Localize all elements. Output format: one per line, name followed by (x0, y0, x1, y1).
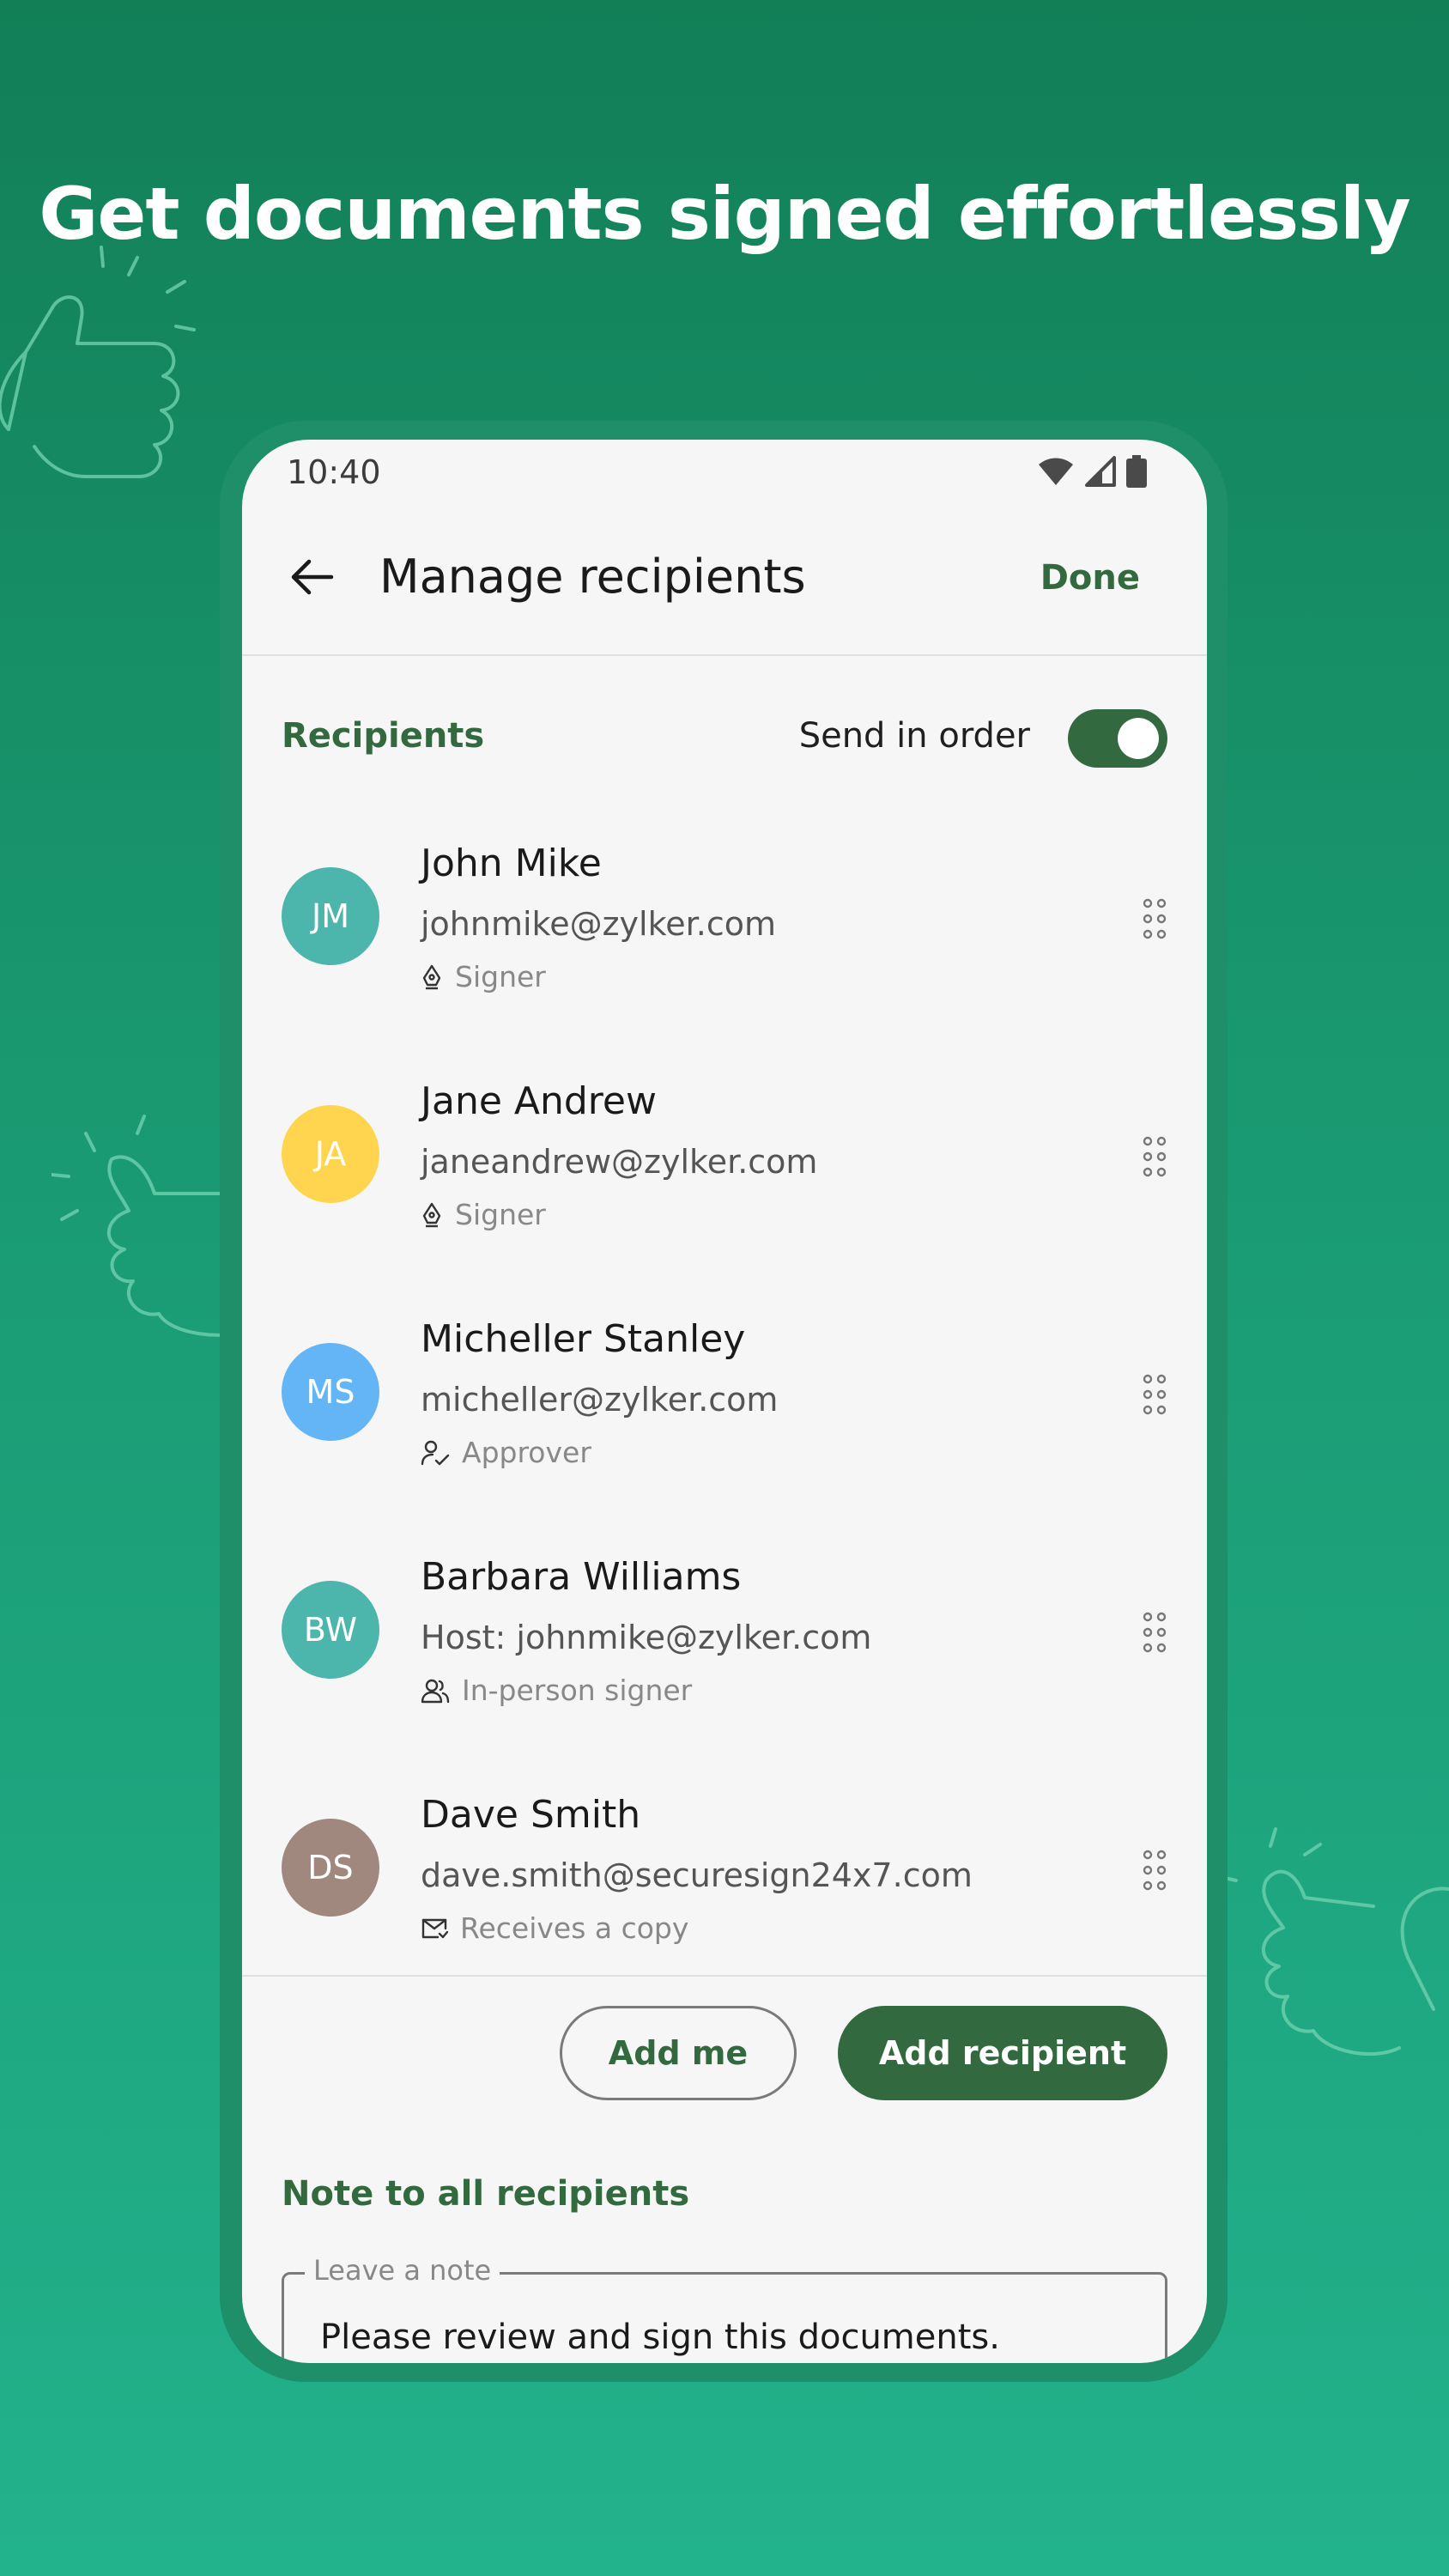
back-arrow-icon[interactable] (287, 551, 338, 603)
role-label: Signer (455, 1198, 546, 1231)
pen-nib-icon (422, 1202, 441, 1227)
recipient-email: johnmike@zylker.com (421, 905, 776, 943)
mail-copy-icon (421, 1918, 448, 1938)
drag-handle-icon[interactable] (1142, 898, 1167, 939)
recipient-row-barbara-williams[interactable]: BW Barbara Williams Host: johnmike@zylke… (242, 1529, 1207, 1767)
recipient-row-john-mike[interactable]: JM John Mike johnmike@zylker.com Signer (242, 816, 1207, 1054)
page-title: Manage recipients (379, 550, 806, 604)
recipients-section-label: Recipients (282, 716, 485, 756)
role-label: In-person signer (462, 1674, 693, 1707)
recipient-role: Signer (421, 1198, 546, 1231)
recipient-email: micheller@zylker.com (421, 1381, 779, 1419)
people-icon (421, 1679, 450, 1703)
drag-handle-icon[interactable] (1142, 1136, 1167, 1177)
recipient-name: Jane Andrew (421, 1079, 657, 1123)
recipient-role: In-person signer (421, 1674, 692, 1707)
done-button[interactable]: Done (1040, 558, 1140, 598)
drag-handle-icon[interactable] (1142, 1850, 1167, 1891)
appbar-divider (242, 654, 1207, 656)
recipient-email: janeandrew@zylker.com (421, 1143, 818, 1181)
role-label: Signer (455, 960, 546, 993)
status-icons (1037, 455, 1147, 488)
recipient-row-dave-smith[interactable]: DS Dave Smith dave.smith@securesign24x7.… (242, 1767, 1207, 2005)
role-label: Approver (462, 1436, 591, 1469)
recipient-name: John Mike (421, 841, 602, 885)
add-me-button[interactable]: Add me (560, 2006, 797, 2100)
avatar: DS (282, 1819, 379, 1917)
status-time: 10:40 (287, 453, 381, 491)
recipient-name: Micheller Stanley (421, 1317, 746, 1361)
recipient-email: dave.smith@securesign24x7.com (421, 1856, 973, 1894)
recipient-role: Receives a copy (421, 1911, 688, 1945)
note-field[interactable]: Leave a note Please review and sign this… (282, 2254, 1167, 2363)
drag-handle-icon[interactable] (1142, 1612, 1167, 1653)
battery-icon (1126, 455, 1147, 488)
phone-screen: 10:40 Manage recipients Done Recipients … (242, 440, 1207, 2363)
recipient-role: Approver (421, 1436, 591, 1469)
send-in-order-label: Send in order (798, 716, 1030, 756)
drag-handle-icon[interactable] (1142, 1374, 1167, 1415)
person-check-icon (421, 1440, 450, 1465)
recipient-role: Signer (421, 960, 546, 993)
avatar: BW (282, 1581, 379, 1679)
recipient-email: Host: johnmike@zylker.com (421, 1619, 872, 1656)
recipient-name: Barbara Williams (421, 1555, 742, 1599)
toggle-knob (1118, 718, 1159, 759)
role-label: Receives a copy (460, 1911, 689, 1945)
avatar: JA (282, 1105, 379, 1203)
wifi-icon (1039, 458, 1073, 485)
note-section-label: Note to all recipients (282, 2174, 690, 2214)
cellular-signal-icon (1085, 456, 1116, 487)
avatar: MS (282, 1343, 379, 1441)
pen-nib-icon (422, 964, 441, 989)
avatar: JM (282, 867, 379, 965)
recipient-row-micheller-stanley[interactable]: MS Micheller Stanley micheller@zylker.co… (242, 1291, 1207, 1529)
send-in-order-toggle[interactable] (1068, 709, 1167, 768)
note-field-value[interactable]: Please review and sign this documents. (320, 2318, 1000, 2357)
list-divider (242, 1975, 1207, 1977)
recipient-row-jane-andrew[interactable]: JA Jane Andrew janeandrew@zylker.com Sig… (242, 1054, 1207, 1291)
add-recipient-button[interactable]: Add recipient (838, 2006, 1167, 2100)
headline: Get documents signed effortlessly (39, 172, 1410, 256)
note-field-label: Leave a note (305, 2254, 500, 2287)
recipient-name: Dave Smith (421, 1793, 641, 1837)
thumbs-up-decoration-icon (1219, 1827, 1449, 2056)
